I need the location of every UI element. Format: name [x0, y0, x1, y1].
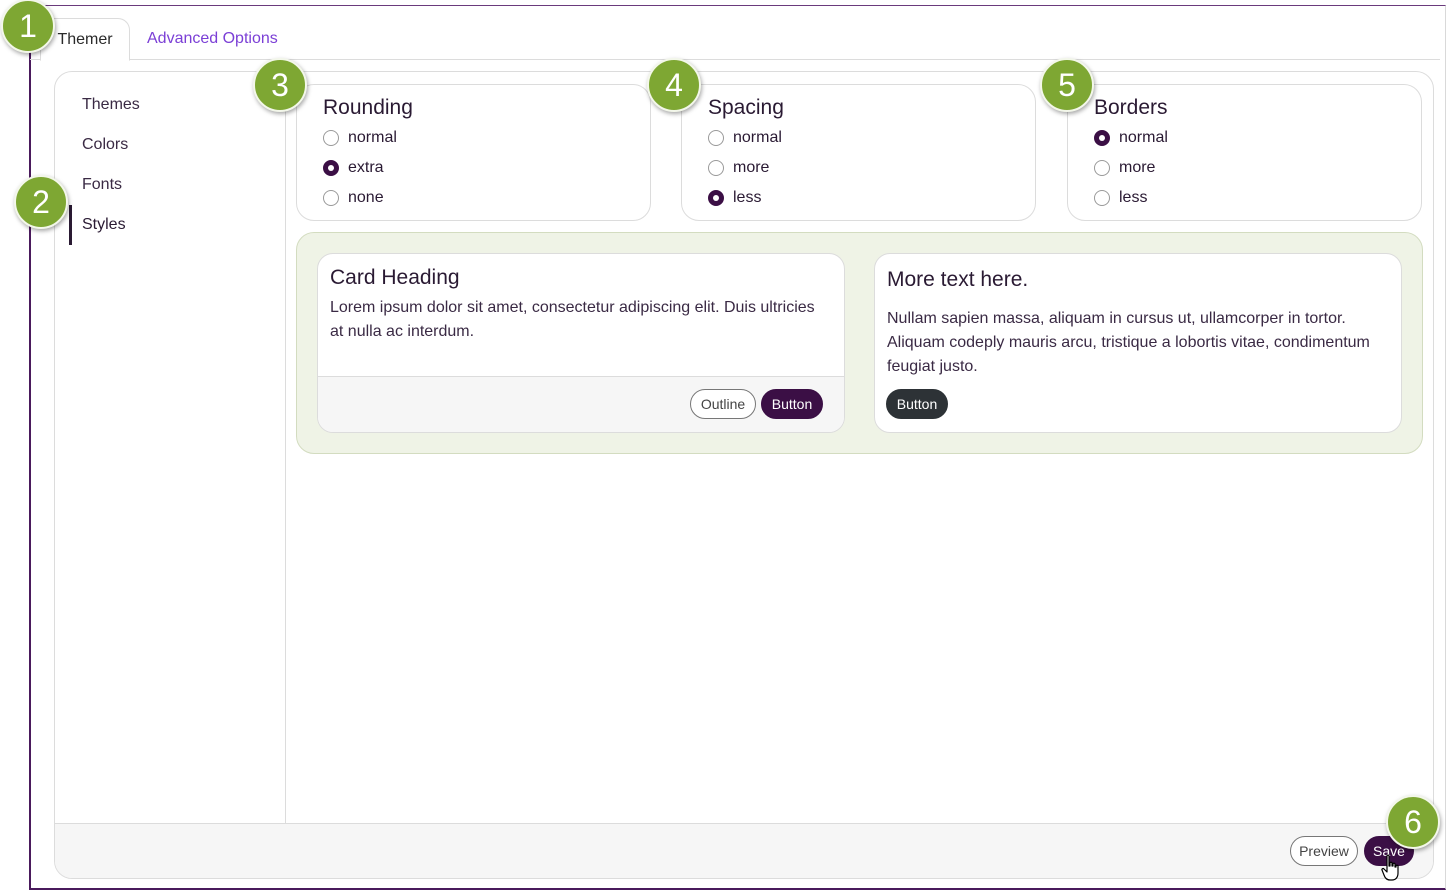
- spacing-title: Spacing: [708, 96, 784, 119]
- callout-badge-6: 6: [1386, 795, 1440, 849]
- radio-button[interactable]: [323, 130, 339, 146]
- radio-button[interactable]: [323, 160, 339, 176]
- radio-button[interactable]: [1094, 160, 1110, 176]
- callout-badge-2: 2: [14, 175, 68, 229]
- borders-option-more[interactable]: more: [1094, 156, 1155, 180]
- sidebar-item-themes[interactable]: Themes: [69, 85, 269, 125]
- card-body: Nullam sapien massa, aliquam in cursus u…: [887, 310, 1370, 375]
- panel-footer: Preview Save: [55, 823, 1433, 878]
- sidebar-item-styles[interactable]: Styles: [69, 205, 269, 245]
- spacing-option-normal[interactable]: normal: [708, 126, 782, 150]
- outline-button[interactable]: Outline: [690, 389, 756, 419]
- hand-cursor-icon: [1381, 854, 1399, 881]
- radio-button[interactable]: [708, 130, 724, 146]
- callout-badge-3: 3: [253, 58, 307, 112]
- rounding-option-none[interactable]: none: [323, 186, 384, 210]
- sidebar-item-fonts[interactable]: Fonts: [69, 165, 269, 205]
- radio-button[interactable]: [708, 160, 724, 176]
- card-body: Lorem ipsum dolor sit amet, consectetur …: [330, 299, 815, 340]
- rounding-title: Rounding: [323, 96, 413, 119]
- radio-button[interactable]: [323, 190, 339, 206]
- sidebar: Themes Colors Fonts Styles: [55, 72, 286, 823]
- style-preview: Card Heading Lorem ipsum dolor sit amet,…: [296, 232, 1423, 454]
- borders-card: Borders normal more less: [1067, 84, 1422, 221]
- primary-button[interactable]: Button: [761, 389, 823, 419]
- sidebar-item-colors[interactable]: Colors: [69, 125, 269, 165]
- spacing-option-less[interactable]: less: [708, 186, 761, 210]
- radio-label: normal: [348, 129, 397, 146]
- radio-label: less: [1119, 189, 1148, 206]
- dark-button[interactable]: Button: [886, 389, 948, 419]
- radio-label: extra: [348, 159, 384, 176]
- themer-panel: Themes Colors Fonts Styles Rounding norm…: [54, 71, 1434, 879]
- radio-label: none: [348, 189, 384, 206]
- rounding-option-extra[interactable]: extra: [323, 156, 384, 180]
- callout-badge-4: 4: [647, 58, 701, 112]
- radio-label: more: [733, 159, 770, 176]
- tab-bar: Themer Advanced Options: [30, 18, 1440, 61]
- preview-card-1: Card Heading Lorem ipsum dolor sit amet,…: [317, 253, 845, 433]
- rounding-option-normal[interactable]: normal: [323, 126, 397, 150]
- radio-button[interactable]: [708, 190, 724, 206]
- callout-badge-1: 1: [1, 0, 55, 53]
- callout-badge-5: 5: [1040, 58, 1094, 112]
- radio-label: normal: [1119, 129, 1168, 146]
- preview-button[interactable]: Preview: [1290, 836, 1358, 866]
- radio-label: more: [1119, 159, 1156, 176]
- borders-option-normal[interactable]: normal: [1094, 126, 1168, 150]
- tab-advanced-options[interactable]: Advanced Options: [131, 18, 294, 60]
- radio-label: normal: [733, 129, 782, 146]
- radio-button[interactable]: [1094, 130, 1110, 146]
- card-footer: Outline Button: [318, 376, 844, 432]
- borders-option-less[interactable]: less: [1094, 186, 1147, 210]
- spacing-card: Spacing normal more less: [681, 84, 1036, 221]
- borders-title: Borders: [1094, 96, 1168, 119]
- preview-card-2: More text here. Nullam sapien massa, ali…: [874, 253, 1402, 433]
- card-heading: More text here.: [887, 268, 1029, 291]
- radio-button[interactable]: [1094, 190, 1110, 206]
- radio-label: less: [733, 189, 762, 206]
- rounding-card: Rounding normal extra none: [296, 84, 651, 221]
- spacing-option-more[interactable]: more: [708, 156, 769, 180]
- card-heading: Card Heading: [330, 266, 460, 289]
